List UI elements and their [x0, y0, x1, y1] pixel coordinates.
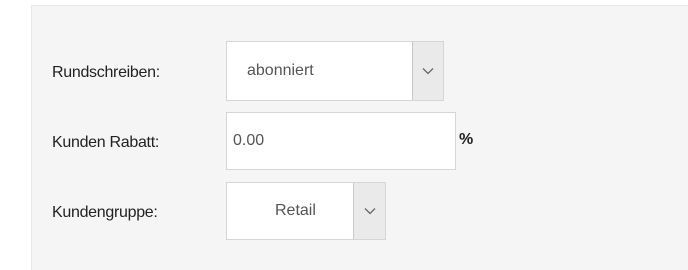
- newsletter-select[interactable]: abonniert: [226, 41, 444, 101]
- chevron-down-icon: [422, 68, 434, 75]
- newsletter-dropdown-button[interactable]: [412, 42, 443, 100]
- newsletter-select-value: abonniert: [247, 62, 314, 79]
- customer-group-label: Kundengruppe:: [52, 204, 158, 221]
- chevron-down-icon: [364, 208, 375, 215]
- customer-group-select[interactable]: Retail: [226, 182, 386, 240]
- discount-percent-suffix: %: [459, 131, 474, 148]
- discount-label: Kunden Rabatt:: [52, 134, 159, 151]
- customer-settings-panel: Rundschreiben: abonniert Kunden Rabatt: …: [31, 5, 688, 270]
- newsletter-label: Rundschreiben:: [52, 64, 160, 81]
- customer-group-dropdown-button[interactable]: [353, 183, 385, 239]
- discount-input[interactable]: [226, 112, 456, 170]
